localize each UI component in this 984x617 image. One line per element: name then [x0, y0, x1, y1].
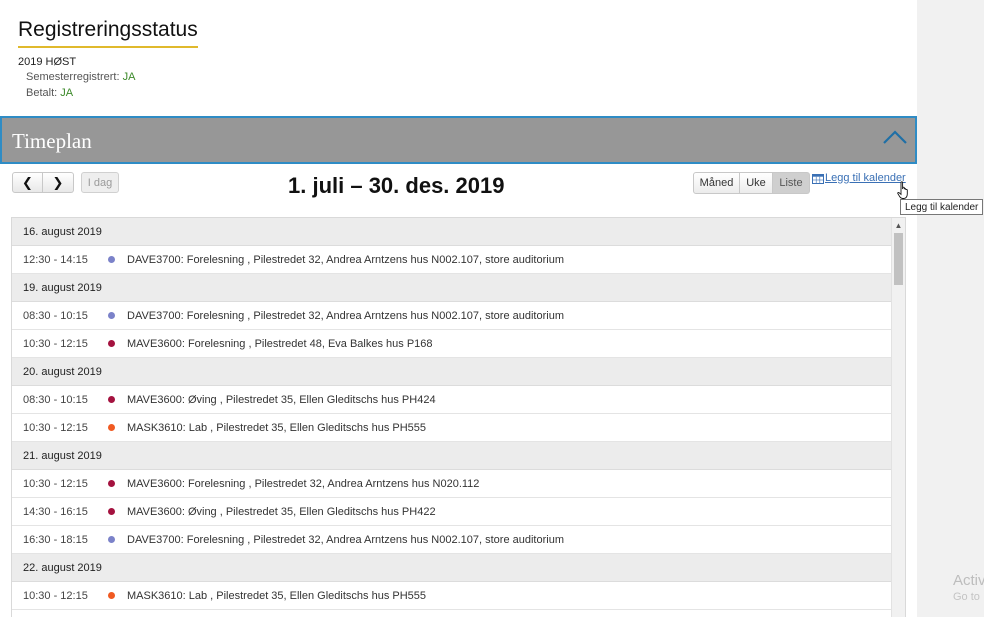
- calendar-tooltip: Legg til kalender: [900, 199, 984, 215]
- semester-registered-line: Semesterregistrert: JA: [26, 71, 135, 83]
- chevron-up-icon[interactable]: [882, 127, 908, 147]
- event-title: DAVE3700: Forelesning , Pilestredet 32, …: [127, 533, 564, 546]
- add-to-calendar-label: Legg til kalender: [825, 172, 906, 184]
- event-time: 10:30 - 12:15: [23, 337, 88, 350]
- event-row[interactable]: 08:30 - 10:15 DAVE3700: Forelesning , Pil…: [12, 302, 892, 330]
- course-color-dot: [108, 256, 115, 263]
- list-scrollbar[interactable]: ▲: [891, 218, 905, 617]
- view-list-button[interactable]: Liste: [773, 172, 810, 194]
- chevron-right-icon: ❯: [52, 174, 64, 190]
- hand-cursor-icon: [897, 181, 908, 199]
- event-title: DAVE3700: Forelesning , Pilestredet 32, …: [127, 253, 564, 266]
- add-to-calendar-link[interactable]: Legg til kalender: [812, 172, 906, 184]
- view-switcher: Måned Uke Liste: [693, 172, 810, 194]
- paid-label: Betalt:: [26, 87, 61, 99]
- event-time: 16:30 - 18:15: [23, 533, 88, 546]
- event-row[interactable]: 14:30 - 16:15 MAVE3600: Øving , Pilestred…: [12, 498, 892, 526]
- course-color-dot: [108, 424, 115, 431]
- semester-registered-value: JA: [122, 71, 136, 83]
- scroll-up-icon[interactable]: ▲: [892, 218, 905, 232]
- event-title: DAVE3700: Forelesning , Pilestredet 32, …: [127, 309, 564, 322]
- course-color-dot: [108, 312, 115, 319]
- activation-watermark: Activ: [953, 572, 984, 589]
- event-title: MASK3610: Lab , Pilestredet 35, Ellen Gl…: [127, 421, 427, 434]
- day-header: 16. august 2019: [12, 218, 892, 246]
- timeplan-header[interactable]: Timeplan: [0, 116, 917, 164]
- schedule-list: 16. august 2019 12:30 - 14:15 DAVE3700: Fo…: [11, 217, 906, 617]
- today-button[interactable]: I dag: [81, 172, 119, 193]
- course-color-dot: [108, 536, 115, 543]
- scroll-thumb[interactable]: [894, 233, 903, 285]
- event-title: MASK3610: Lab , Pilestredet 35, Ellen Gl…: [127, 589, 427, 602]
- prev-button[interactable]: ❮: [12, 172, 43, 193]
- registration-status-title: Registreringsstatus: [18, 18, 198, 48]
- timeplan-title: Timeplan: [12, 129, 92, 153]
- event-time: 12:30 - 14:15: [23, 253, 88, 266]
- event-title: MAVE3600: Øving , Pilestredet 35, Ellen …: [127, 505, 436, 518]
- event-title: MAVE3600: Forelesning , Pilestredet 48, …: [127, 337, 433, 350]
- day-header: 21. august 2019: [12, 442, 892, 470]
- next-button[interactable]: ❯: [43, 172, 74, 193]
- event-row[interactable]: 10:30 - 12:15 MAVE3600: Forelesning , Pil…: [12, 470, 892, 498]
- event-time: 08:30 - 10:15: [23, 393, 88, 406]
- semester-registered-label: Semesterregistrert:: [26, 71, 123, 83]
- event-time: 14:30 - 16:15: [23, 505, 88, 518]
- semester-label: 2019 HØST: [18, 56, 77, 68]
- day-header: 20. august 2019: [12, 358, 892, 386]
- paid-line: Betalt: JA: [26, 87, 73, 99]
- activation-watermark-sub: Go to: [953, 591, 980, 603]
- course-color-dot: [108, 340, 115, 347]
- course-color-dot: [108, 480, 115, 487]
- event-time: 10:30 - 12:15: [23, 477, 88, 490]
- date-navigation: ❮ ❯: [12, 172, 74, 193]
- schedule-rows: 16. august 2019 12:30 - 14:15 DAVE3700: Fo…: [12, 218, 892, 610]
- event-row[interactable]: 16:30 - 18:15 DAVE3700: Forelesning , Pil…: [12, 526, 892, 554]
- right-gutter: [917, 0, 984, 617]
- event-title: MAVE3600: Øving , Pilestredet 35, Ellen …: [127, 393, 436, 406]
- date-range-title: 1. juli – 30. des. 2019: [288, 173, 505, 198]
- paid-value: JA: [60, 87, 74, 99]
- event-row[interactable]: 10:30 - 12:15 MAVE3600: Forelesning , Pil…: [12, 330, 892, 358]
- day-header: 22. august 2019: [12, 554, 892, 582]
- event-row[interactable]: 08:30 - 10:15 MAVE3600: Øving , Pilestred…: [12, 386, 892, 414]
- course-color-dot: [108, 592, 115, 599]
- day-header: 19. august 2019: [12, 274, 892, 302]
- course-color-dot: [108, 508, 115, 515]
- chevron-left-icon: ❮: [22, 174, 33, 190]
- event-row[interactable]: 12:30 - 14:15 DAVE3700: Forelesning , Pil…: [12, 246, 892, 274]
- event-time: 10:30 - 12:15: [23, 421, 88, 434]
- event-row[interactable]: 10:30 - 12:15 MASK3610: Lab , Pilestredet…: [12, 582, 892, 610]
- event-time: 08:30 - 10:15: [23, 309, 88, 322]
- event-time: 10:30 - 12:15: [23, 589, 88, 602]
- view-week-button[interactable]: Uke: [740, 172, 773, 194]
- course-color-dot: [108, 396, 115, 403]
- view-month-button[interactable]: Måned: [693, 172, 740, 194]
- calendar-icon: [812, 173, 824, 184]
- event-row[interactable]: 10:30 - 12:15 MASK3610: Lab , Pilestredet…: [12, 414, 892, 442]
- event-title: MAVE3600: Forelesning , Pilestredet 32, …: [127, 477, 480, 490]
